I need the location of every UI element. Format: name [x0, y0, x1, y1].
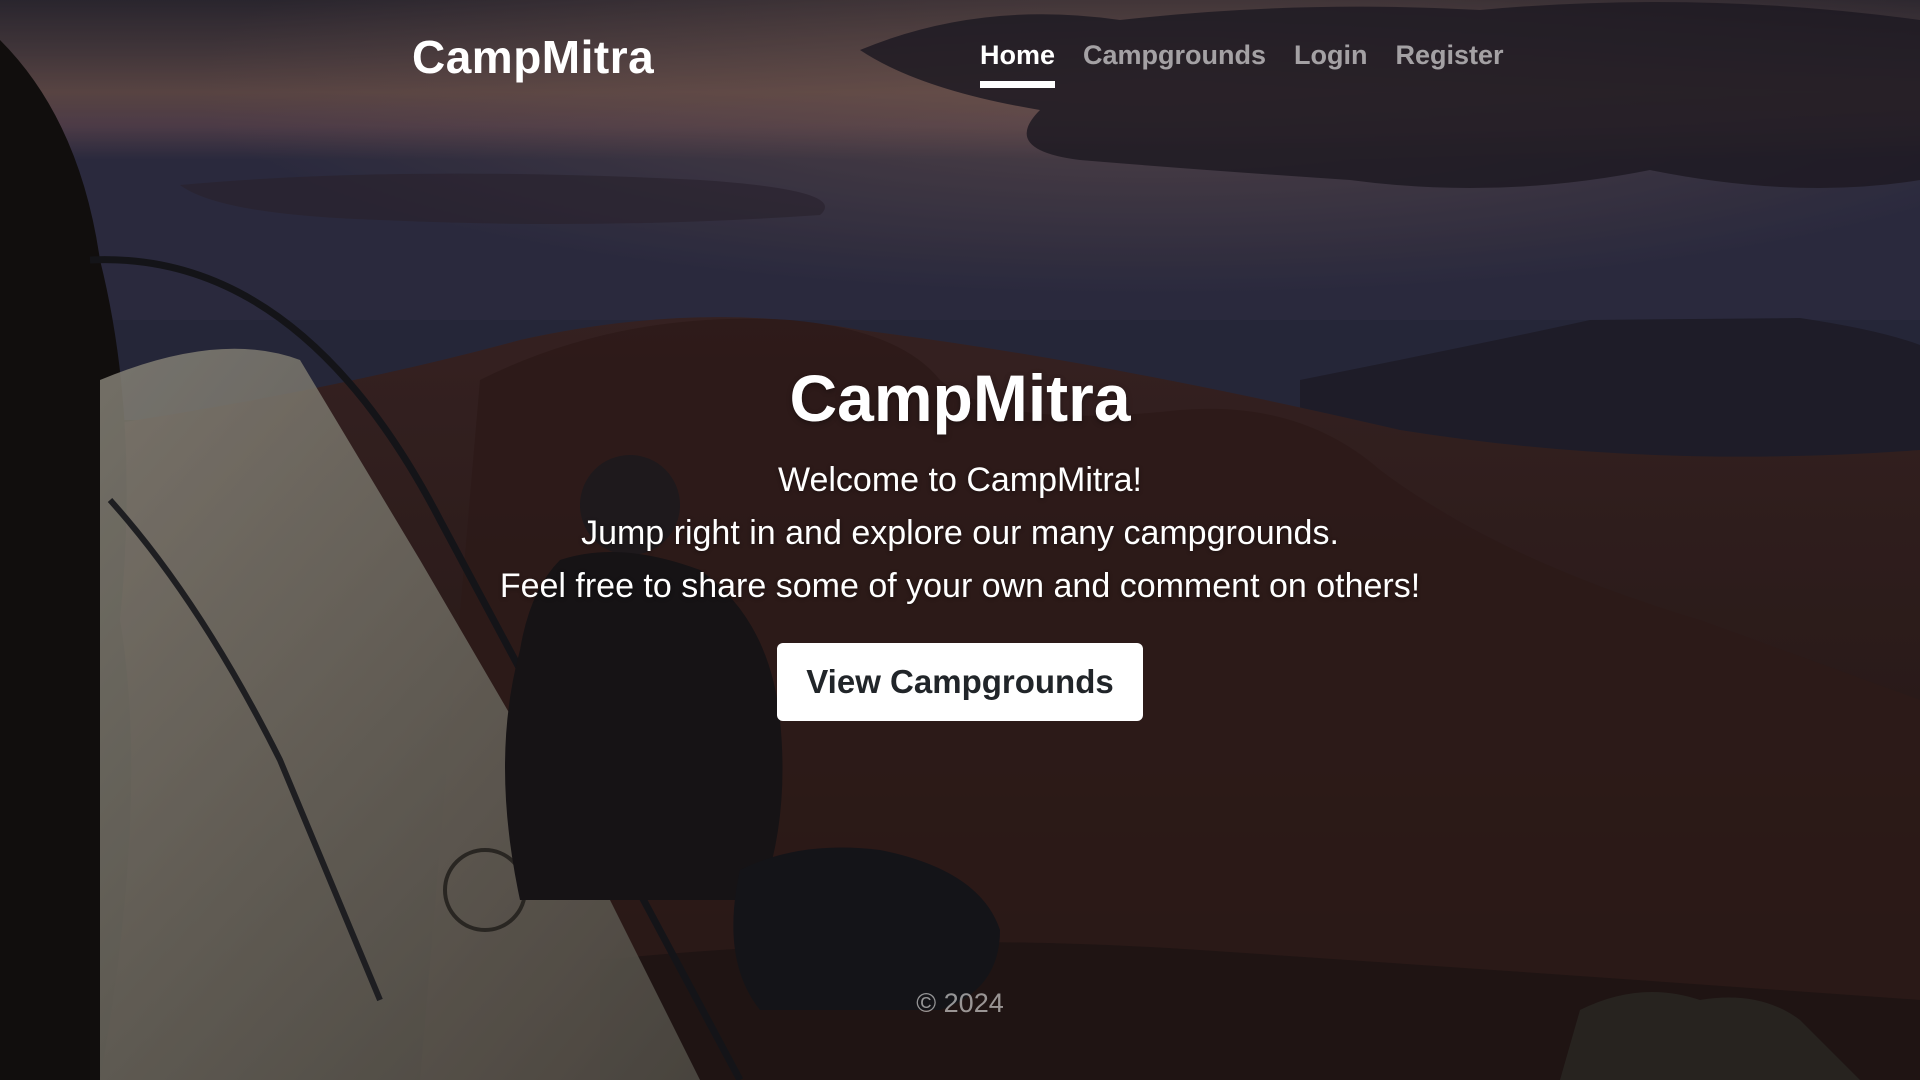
top-navbar: CampMitra Home Campgrounds Login Registe… [412, 28, 1512, 92]
main-nav: Home Campgrounds Login Register [980, 40, 1504, 88]
nav-link-register[interactable]: Register [1396, 40, 1504, 88]
brand-logo[interactable]: CampMitra [412, 30, 654, 84]
hero-title: CampMitra [789, 361, 1131, 435]
nav-link-home[interactable]: Home [980, 40, 1056, 88]
hero-section: CampMitra Welcome to CampMitra! Jump rig… [0, 360, 1920, 721]
nav-link-campgrounds[interactable]: Campgrounds [1083, 40, 1266, 88]
landing-page: CampMitra Home Campgrounds Login Registe… [0, 0, 1920, 1080]
hero-explore-text: Jump right in and explore our many campg… [581, 514, 1339, 552]
footer-copyright: © 2024 [916, 988, 1004, 1018]
nav-link-login[interactable]: Login [1294, 40, 1367, 88]
view-campgrounds-button[interactable]: View Campgrounds [777, 643, 1143, 721]
hero-welcome-text: Welcome to CampMitra! [777, 461, 1143, 499]
hero-share-text: Feel free to share some of your own and … [499, 567, 1421, 605]
